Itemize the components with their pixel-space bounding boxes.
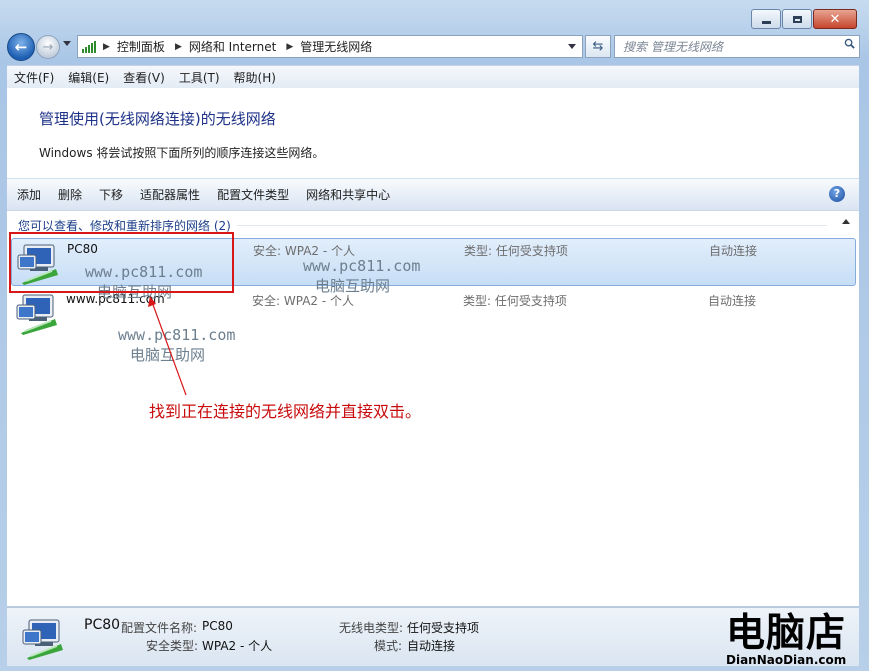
details-network-name: PC80 (84, 617, 121, 633)
details-radio-label: 无线电类型: (339, 621, 404, 635)
details-profile-label: 配置文件名称: (121, 621, 198, 635)
brand-logo: 电脑店 DianNaoDian.com (724, 612, 866, 670)
details-security-label: 安全类型: (146, 639, 199, 653)
annotation-text: 找到正在连接的无线网络并直接双击。 (149, 402, 422, 421)
details-mode-value: 自动连接 (407, 639, 456, 653)
brand-logo-text: 电脑店 (726, 611, 847, 656)
annotation-arrow (148, 296, 187, 396)
details-radio-value: 任何受支持项 (407, 621, 480, 635)
details-security-value: WPA2 - 个人 (202, 639, 273, 653)
brand-url: DianNaoDian.com (726, 653, 847, 667)
details-mode-label: 模式: (374, 639, 403, 653)
explorer-window: ✕ ← → ▶ 控制面板 ▶ 网络和 Internet ▶ 管理无线网络 ⇆ 搜… (0, 0, 869, 671)
wireless-network-icon (22, 619, 63, 660)
details-profile-value: PC80 (202, 619, 233, 633)
